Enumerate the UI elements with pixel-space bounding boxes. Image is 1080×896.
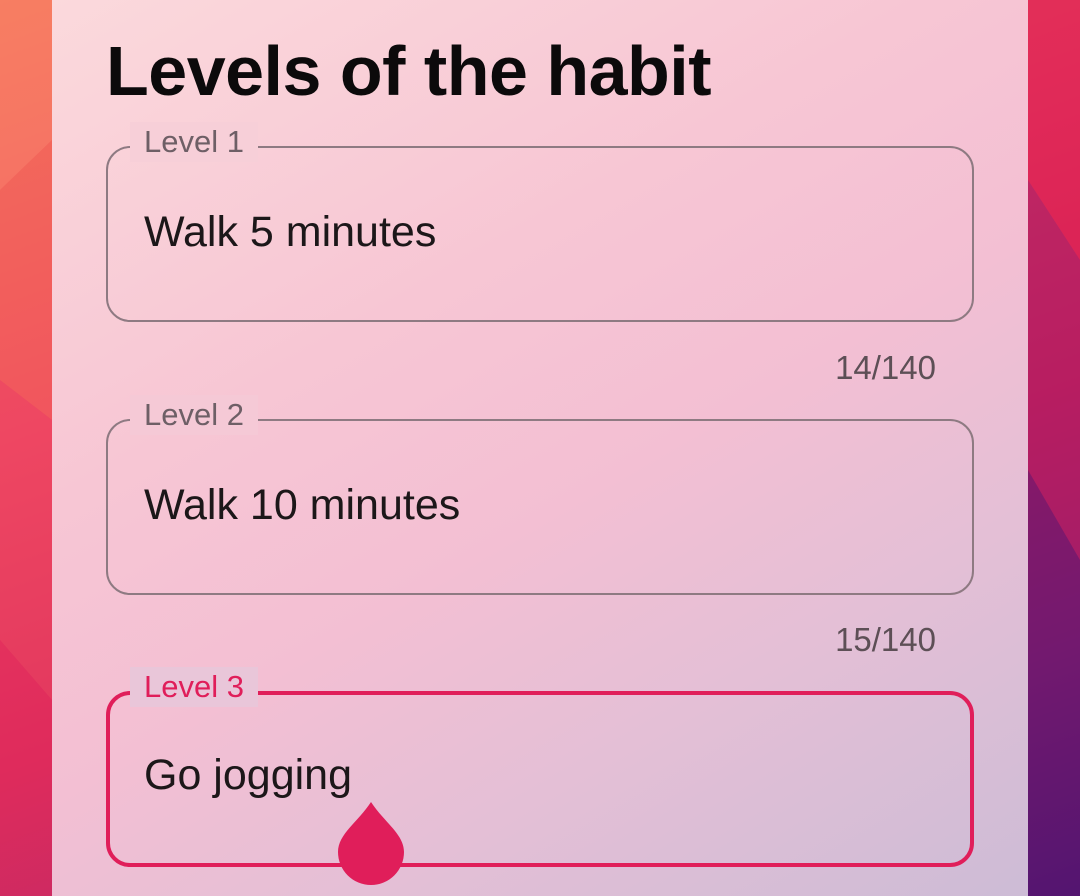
level-3-input-value[interactable]: Go jogging xyxy=(144,749,352,801)
level-1-input-value[interactable]: Walk 5 minutes xyxy=(144,206,436,258)
habit-levels-card: Levels of the habit Level 1 Walk 5 minut… xyxy=(52,0,1028,896)
page-title: Levels of the habit xyxy=(106,32,712,110)
level-2-field[interactable]: Level 2 Walk 10 minutes xyxy=(106,395,974,595)
level-3-field[interactable]: Level 3 Go jogging xyxy=(106,667,974,867)
level-1-character-counter: 14/140 xyxy=(835,349,936,386)
level-2-input-value[interactable]: Walk 10 minutes xyxy=(144,479,460,531)
level-2-label: Level 2 xyxy=(130,395,258,435)
level-2-character-counter: 15/140 xyxy=(835,621,936,658)
level-3-label: Level 3 xyxy=(130,667,258,707)
level-1-field[interactable]: Level 1 Walk 5 minutes xyxy=(106,122,974,322)
level-1-label: Level 1 xyxy=(130,122,258,162)
text-cursor-handle-icon[interactable] xyxy=(338,800,404,886)
